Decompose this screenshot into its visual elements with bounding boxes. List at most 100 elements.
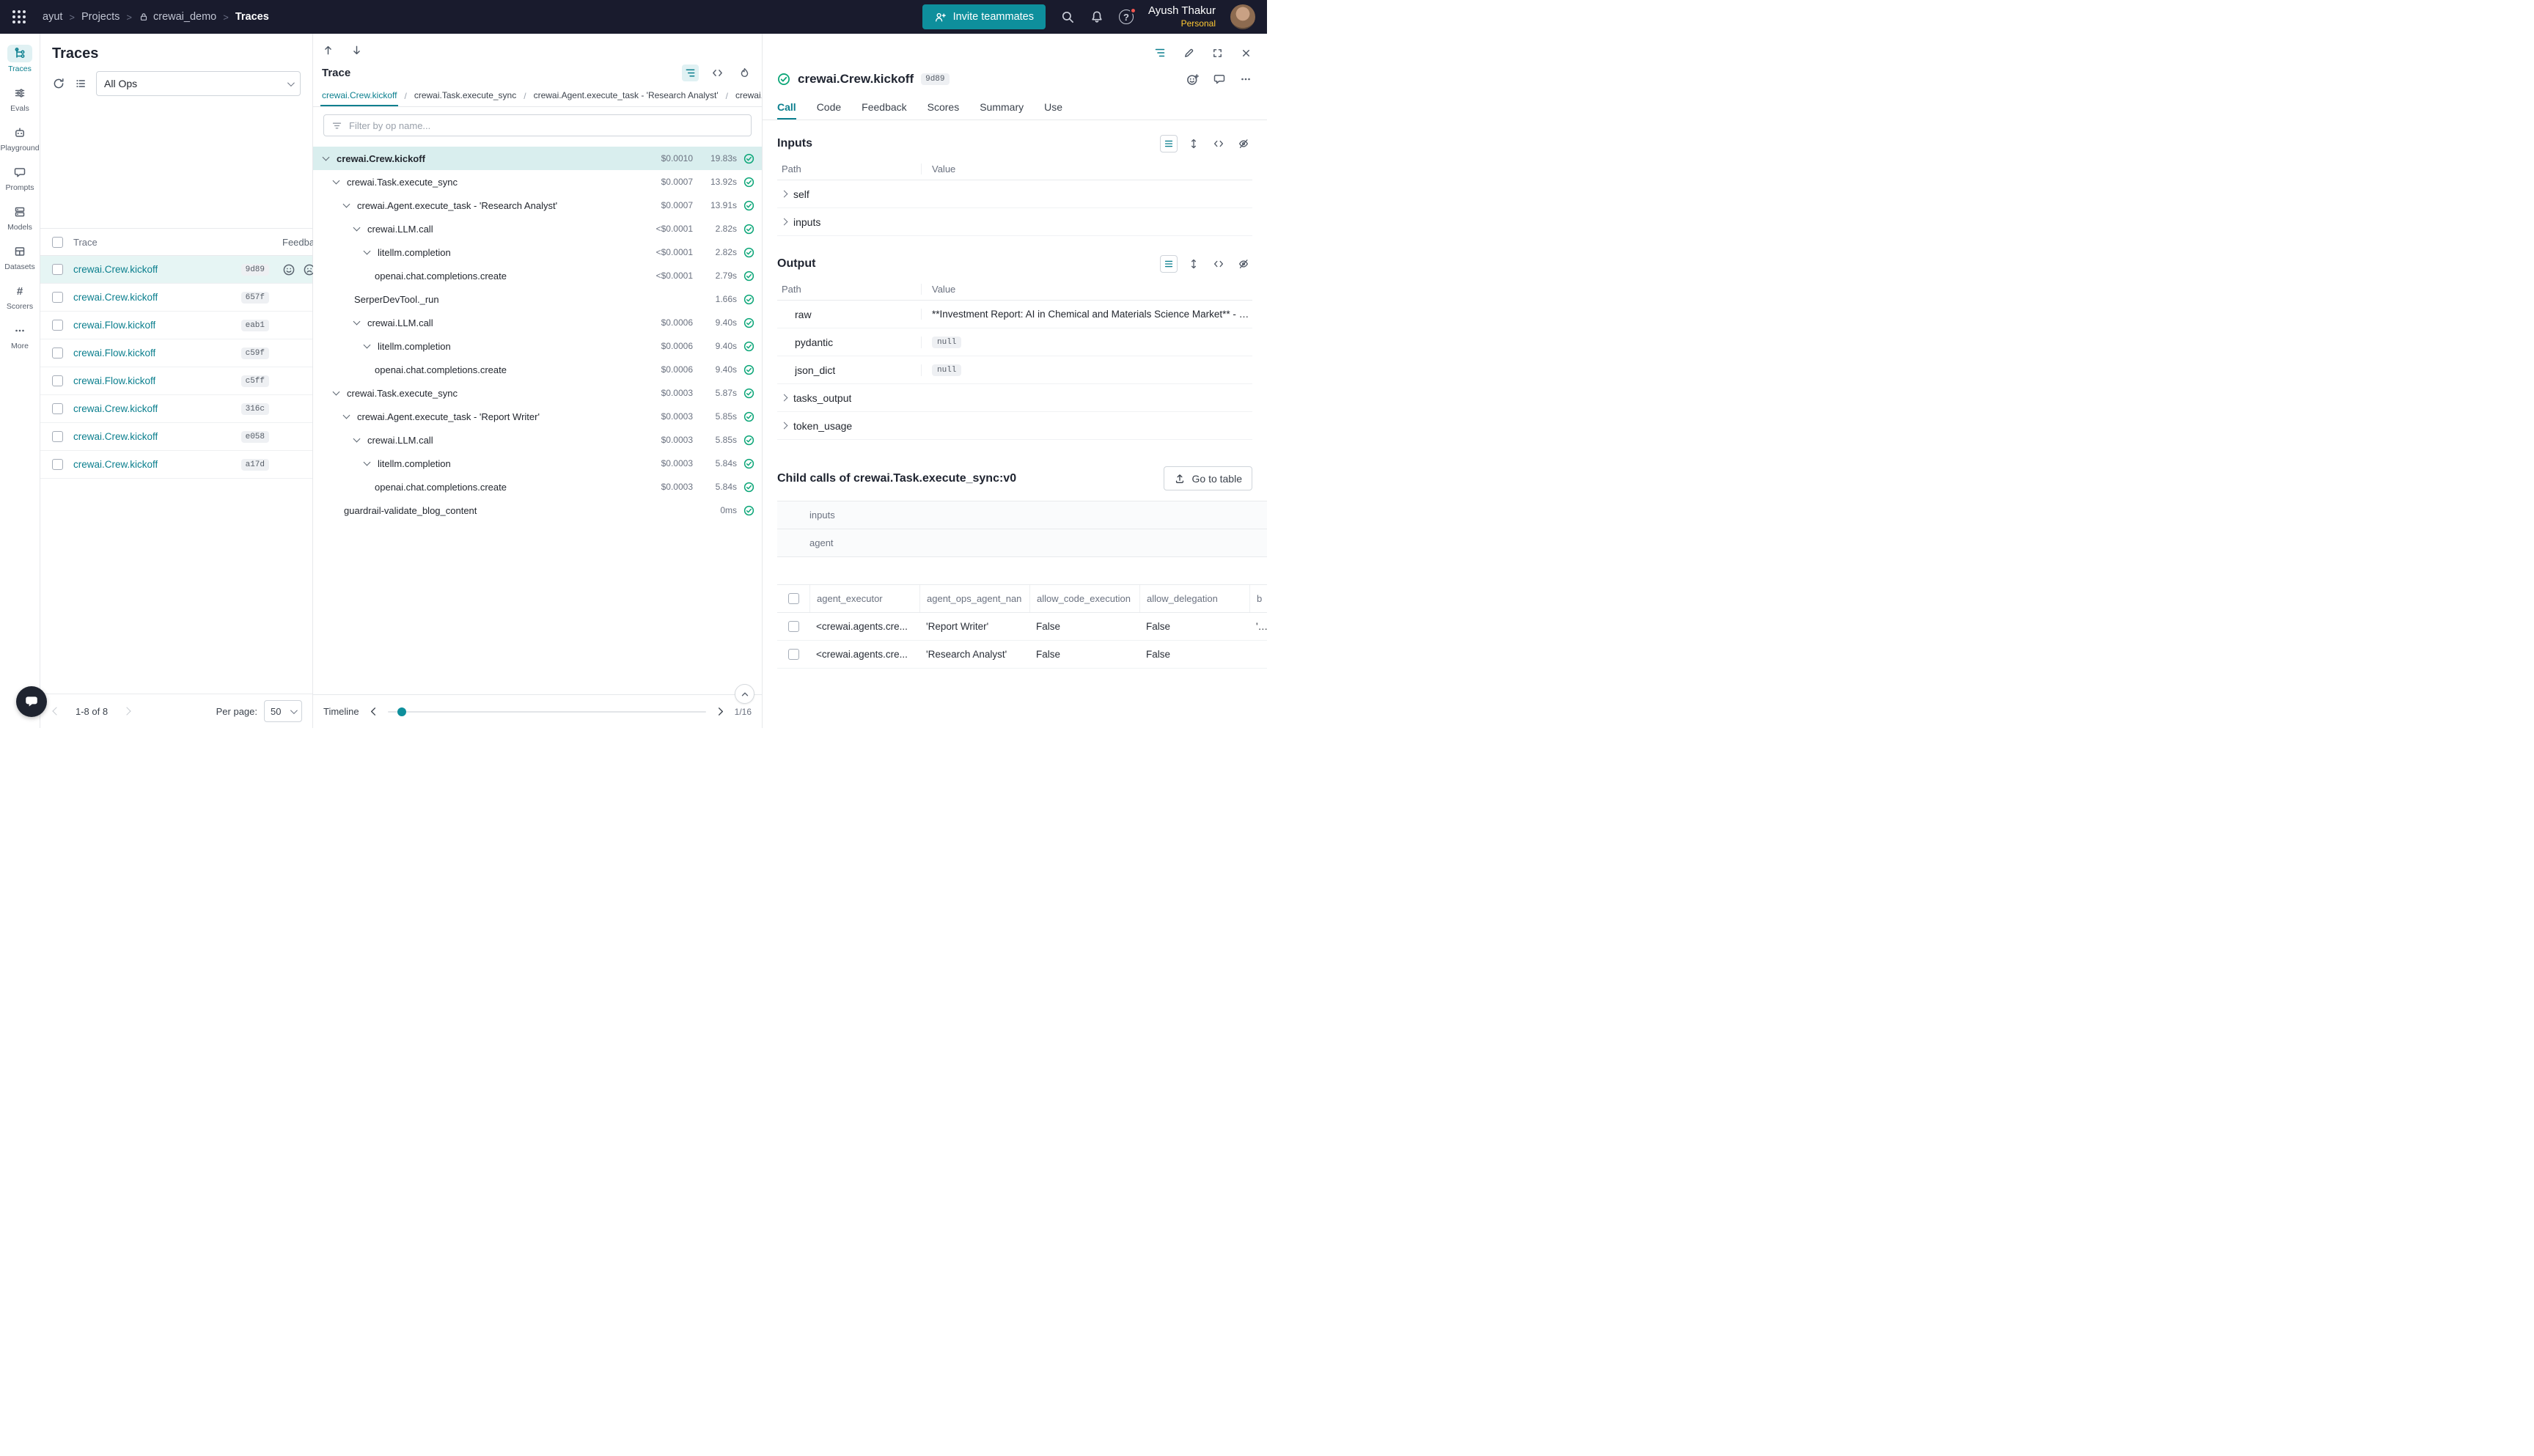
trace-tree-row[interactable]: litellm.completion $0.0006 9.40s (313, 334, 762, 358)
breadcrumb-project[interactable]: crewai_demo (139, 11, 216, 23)
trace-row[interactable]: crewai.Crew.kickoffa17d (40, 451, 312, 479)
trace-tree-row[interactable]: crewai.Task.execute_sync $0.0007 13.92s (313, 170, 762, 194)
row-checkbox[interactable] (52, 403, 63, 414)
sidebar-item-datasets[interactable]: Datasets (0, 238, 40, 277)
next-trace-arrow-icon[interactable] (350, 44, 363, 56)
trace-link[interactable]: crewai.Crew.kickoff (73, 431, 158, 442)
page-next-icon[interactable] (122, 707, 131, 715)
row-checkbox[interactable] (52, 431, 63, 442)
chevron-right-icon[interactable] (781, 422, 788, 430)
invite-teammates-button[interactable]: Invite teammates (922, 4, 1046, 29)
refresh-icon[interactable] (52, 77, 65, 90)
row-checkbox[interactable] (52, 459, 63, 470)
trace-row[interactable]: crewai.Flow.kickoffc59f (40, 339, 312, 367)
row-checkbox[interactable] (52, 320, 63, 331)
timeline-thumb[interactable] (397, 707, 406, 716)
per-page-select[interactable]: 50 (264, 700, 302, 722)
eye-off-icon[interactable] (1235, 135, 1252, 152)
path-tab[interactable]: crewai.Crew.kickoff (320, 85, 398, 106)
code-json-icon[interactable] (1210, 135, 1227, 152)
code-json-icon[interactable] (1210, 255, 1227, 273)
code-view-icon[interactable] (709, 65, 726, 81)
sidebar-item-traces[interactable]: Traces (0, 40, 40, 79)
expand-rows-icon[interactable] (1185, 255, 1202, 273)
trace-tree-row[interactable]: SerperDevTool._run 1.66s (313, 287, 762, 311)
chevron-down-icon[interactable] (364, 345, 378, 348)
child-call-row[interactable]: <crewai.agents.cre... 'Research Analyst'… (777, 641, 1267, 669)
prev-trace-arrow-icon[interactable] (322, 44, 334, 56)
eye-off-icon[interactable] (1235, 255, 1252, 273)
trace-row[interactable]: crewai.Flow.kickoffeab1 (40, 312, 312, 339)
chevron-down-icon[interactable] (334, 180, 347, 183)
op-filter-input[interactable] (349, 120, 743, 131)
sidebar-item-playground[interactable]: Playground (0, 119, 40, 158)
trace-tree-row[interactable]: openai.chat.completions.create <$0.0001 … (313, 264, 762, 287)
output-row[interactable]: raw **Investment Report: AI in Chemical … (777, 301, 1252, 328)
trace-tree-row[interactable]: crewai.LLM.call <$0.0001 2.82s (313, 217, 762, 240)
trace-tree-row[interactable]: crewai.LLM.call $0.0003 5.85s (313, 428, 762, 452)
trace-tree-row[interactable]: crewai.Crew.kickoff $0.0010 19.83s (313, 147, 762, 170)
sidebar-item-prompts[interactable]: Prompts (0, 158, 40, 198)
tab-use[interactable]: Use (1044, 95, 1062, 120)
trace-link[interactable]: crewai.Flow.kickoff (73, 348, 155, 359)
chevron-down-icon[interactable] (334, 391, 347, 394)
trace-row[interactable]: crewai.Crew.kickoff 9d89 (40, 256, 312, 284)
breadcrumb-entity[interactable]: ayut (43, 11, 62, 23)
search-icon[interactable] (1060, 10, 1075, 24)
trace-tree-row[interactable]: openai.chat.completions.create $0.0006 9… (313, 358, 762, 381)
input-row[interactable]: self (777, 180, 1252, 208)
column-settings-icon[interactable] (74, 77, 87, 90)
row-checkbox[interactable] (788, 621, 799, 632)
tab-call[interactable]: Call (777, 95, 796, 120)
chevron-right-icon[interactable] (781, 394, 788, 402)
row-checkbox[interactable] (52, 292, 63, 303)
chevron-down-icon[interactable] (364, 462, 378, 465)
trace-link[interactable]: crewai.Crew.kickoff (73, 403, 158, 414)
split-view-icon[interactable] (1153, 46, 1167, 59)
path-tab[interactable]: crewai.LLM.call (734, 85, 762, 106)
page-prev-icon[interactable] (52, 707, 60, 715)
output-row[interactable]: json_dict null (777, 356, 1252, 384)
ops-filter-select[interactable]: All Ops (96, 71, 301, 96)
chevron-right-icon[interactable] (781, 218, 788, 226)
timeline-slider[interactable] (388, 703, 706, 721)
breadcrumb-projects[interactable]: Projects (81, 11, 120, 23)
comment-icon[interactable] (1213, 73, 1226, 86)
sidebar-item-scorers[interactable]: Scorers (0, 277, 40, 317)
tab-feedback[interactable]: Feedback (862, 95, 906, 120)
sidebar-item-models[interactable]: Models (0, 198, 40, 238)
trace-tree-row[interactable]: crewai.Agent.execute_task - 'Report Writ… (313, 405, 762, 428)
output-row[interactable]: token_usage (777, 412, 1252, 440)
row-checkbox[interactable] (788, 649, 799, 660)
trace-tree-row[interactable]: litellm.completion <$0.0001 2.82s (313, 240, 762, 264)
list-view-icon[interactable] (1160, 135, 1178, 152)
trace-row[interactable]: crewai.Crew.kickoffe058 (40, 423, 312, 451)
chat-support-button[interactable] (16, 686, 47, 717)
chevron-down-icon[interactable] (354, 227, 367, 230)
edit-icon[interactable] (1183, 47, 1195, 59)
notifications-bell-icon[interactable] (1090, 10, 1104, 24)
trace-tree-row[interactable]: openai.chat.completions.create $0.0003 5… (313, 475, 762, 499)
timeline-next-icon[interactable] (715, 706, 726, 717)
timeline-prev-icon[interactable] (368, 706, 379, 717)
sidebar-item-evals[interactable]: Evals (0, 79, 40, 119)
tree-view-icon[interactable] (682, 65, 699, 81)
trace-link[interactable]: crewai.Flow.kickoff (73, 375, 155, 386)
trace-tree-row[interactable]: litellm.completion $0.0003 5.84s (313, 452, 762, 475)
trace-link[interactable]: crewai.Crew.kickoff (73, 292, 158, 303)
collapse-timeline-button[interactable] (735, 684, 754, 704)
user-avatar[interactable] (1230, 4, 1255, 29)
trace-row[interactable]: crewai.Crew.kickoff657f (40, 284, 312, 312)
trace-link[interactable]: crewai.Crew.kickoff (73, 264, 158, 275)
smiley-feedback-icon[interactable] (282, 263, 295, 276)
row-checkbox[interactable] (52, 264, 63, 275)
flame-graph-view-icon[interactable] (736, 65, 753, 81)
path-tab[interactable]: crewai.Agent.execute_task - 'Research An… (532, 85, 720, 106)
more-options-icon[interactable] (1239, 73, 1252, 86)
row-checkbox[interactable] (52, 375, 63, 386)
trace-tree-row[interactable]: crewai.Task.execute_sync $0.0003 5.87s (313, 381, 762, 405)
trace-tree-row[interactable]: crewai.LLM.call $0.0006 9.40s (313, 311, 762, 334)
list-view-icon[interactable] (1160, 255, 1178, 273)
path-tab[interactable]: crewai.Task.execute_sync (413, 85, 518, 106)
go-to-table-button[interactable]: Go to table (1164, 466, 1253, 490)
